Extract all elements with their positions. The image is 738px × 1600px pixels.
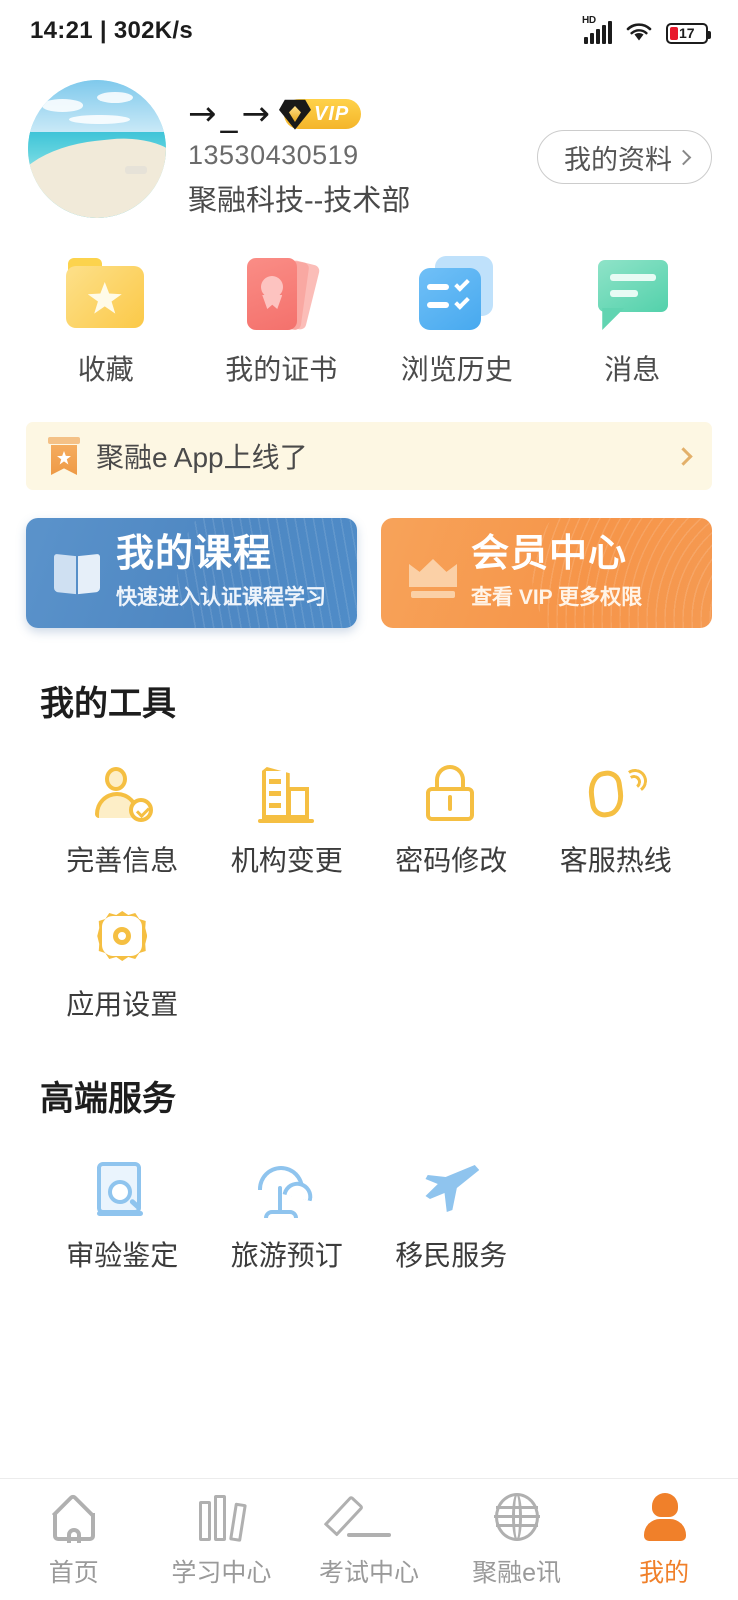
gear-icon — [91, 909, 153, 967]
card-title: 我的课程 — [116, 533, 273, 576]
my-profile-label: 我的资料 — [564, 144, 672, 175]
bottom-navigation: 首页 学习中心 考试中心 聚融e讯 我的 — [0, 1478, 738, 1600]
diamond-icon — [279, 99, 311, 130]
premium-services-grid: 审验鉴定 旅游预订 移民服务 — [40, 1130, 698, 1274]
nav-item-study-center[interactable]: 学习中心 — [148, 1491, 296, 1589]
crown-icon — [407, 543, 459, 603]
person-icon — [636, 1491, 692, 1543]
building-icon — [256, 765, 318, 823]
quick-actions: 收藏 我的证书 浏览历史 消息 — [0, 222, 738, 388]
globe-icon — [489, 1491, 545, 1543]
airplane-icon — [420, 1160, 482, 1218]
tool-label: 密码修改 — [395, 845, 508, 876]
chat-bubble-icon — [588, 250, 676, 334]
phone-call-icon — [585, 765, 649, 823]
pencil-icon — [323, 1491, 397, 1543]
nav-label: 考试中心 — [318, 1558, 419, 1587]
wifi-icon — [625, 20, 653, 44]
user-check-icon — [91, 765, 154, 823]
tool-change-password[interactable]: 密码修改 — [369, 765, 534, 879]
books-icon — [193, 1491, 249, 1543]
quick-action-label: 收藏 — [77, 354, 134, 385]
user-display-name: →_→ — [188, 94, 274, 134]
status-icons: HD 17 — [582, 15, 711, 44]
beach-umbrella-icon — [256, 1160, 318, 1218]
my-tools-grid: 完善信息 机构变更 密码修改 客服热线 应用设置 — [40, 735, 698, 1023]
avatar[interactable] — [28, 80, 166, 218]
quick-action-favorites[interactable]: 收藏 — [18, 250, 194, 388]
my-tools-section: 我的工具 完善信息 机构变更 密码修改 客服热线 应用设置 — [0, 676, 738, 1023]
bookmark-star-icon — [48, 437, 80, 475]
service-label: 审验鉴定 — [66, 1240, 179, 1271]
chevron-right-icon — [675, 149, 692, 165]
service-travel-booking[interactable]: 旅游预订 — [205, 1160, 370, 1274]
tool-label: 客服热线 — [559, 845, 672, 876]
user-organization: 聚融科技--技术部 — [188, 185, 411, 217]
my-tools-title: 我的工具 — [40, 685, 176, 723]
quick-action-certificates[interactable]: 我的证书 — [194, 250, 370, 388]
battery-percent: 17 — [679, 25, 695, 41]
lock-icon — [420, 765, 482, 823]
quick-action-label: 浏览历史 — [400, 354, 513, 385]
tool-complete-info[interactable]: 完善信息 — [40, 765, 205, 879]
nav-item-mine[interactable]: 我的 — [590, 1491, 738, 1589]
member-center-card[interactable]: 会员中心 查看 VIP 更多权限 — [381, 518, 712, 628]
nav-label: 首页 — [48, 1558, 99, 1587]
hd-signal-icon: HD — [582, 15, 612, 44]
service-immigration[interactable]: 移民服务 — [369, 1160, 534, 1274]
tool-label: 完善信息 — [66, 845, 179, 876]
status-bar: 14:21 | 302K/s HD 17 — [0, 0, 738, 62]
vip-label: VIP — [313, 102, 350, 125]
nav-item-home[interactable]: 首页 — [0, 1491, 148, 1589]
status-time: 14:21 | 302K/s — [30, 17, 194, 44]
tool-org-change[interactable]: 机构变更 — [205, 765, 370, 879]
card-subtitle: 查看 VIP 更多权限 — [471, 585, 643, 609]
nav-item-news[interactable]: 聚融e讯 — [443, 1491, 591, 1589]
tool-label: 应用设置 — [66, 989, 179, 1020]
nav-label: 学习中心 — [171, 1558, 272, 1587]
quick-action-history[interactable]: 浏览历史 — [369, 250, 545, 388]
premium-services-title: 高端服务 — [40, 1080, 176, 1118]
profile-header: →_→ VIP 13530430519 聚融科技--技术部 我的资料 — [0, 62, 738, 222]
service-label: 移民服务 — [395, 1240, 508, 1271]
home-icon — [46, 1491, 102, 1543]
open-book-icon — [52, 543, 104, 603]
tool-app-settings[interactable]: 应用设置 — [40, 909, 205, 1023]
nav-item-exam-center[interactable]: 考试中心 — [295, 1491, 443, 1589]
chevron-right-icon — [674, 446, 693, 466]
nav-label: 我的 — [639, 1558, 690, 1587]
battery-icon: 17 — [666, 23, 711, 44]
tool-label: 机构变更 — [230, 845, 343, 876]
checklist-icon — [413, 250, 501, 334]
tool-service-hotline[interactable]: 客服热线 — [534, 765, 699, 879]
vip-badge[interactable]: VIP — [279, 99, 362, 130]
folder-star-icon — [62, 250, 150, 334]
document-search-icon — [91, 1160, 153, 1218]
my-profile-button[interactable]: 我的资料 — [537, 130, 712, 184]
premium-services-section: 高端服务 审验鉴定 旅游预订 移民服务 — [0, 1071, 738, 1274]
quick-action-messages[interactable]: 消息 — [545, 250, 721, 388]
card-title: 会员中心 — [471, 533, 628, 576]
card-subtitle: 快速进入认证课程学习 — [116, 585, 326, 609]
user-phone: 13530430519 — [188, 140, 359, 170]
quick-action-label: 我的证书 — [225, 354, 338, 385]
announcement-banner[interactable]: 聚融e App上线了 — [26, 422, 712, 490]
service-label: 旅游预订 — [230, 1240, 343, 1271]
my-courses-card[interactable]: 我的课程 快速进入认证课程学习 — [26, 518, 357, 628]
profile-info: →_→ VIP 13530430519 聚融科技--技术部 — [188, 80, 537, 219]
nav-label: 聚融e讯 — [472, 1558, 562, 1587]
quick-action-label: 消息 — [604, 354, 661, 385]
profile-name-row: →_→ VIP — [188, 94, 537, 134]
announcement-text: 聚融e App上线了 — [96, 442, 308, 473]
certificate-icon — [237, 250, 325, 334]
service-inspection[interactable]: 审验鉴定 — [40, 1160, 205, 1274]
hd-label: HD — [582, 15, 596, 26]
banner-cards: 我的课程 快速进入认证课程学习 会员中心 查看 VIP 更多权限 — [0, 490, 738, 628]
